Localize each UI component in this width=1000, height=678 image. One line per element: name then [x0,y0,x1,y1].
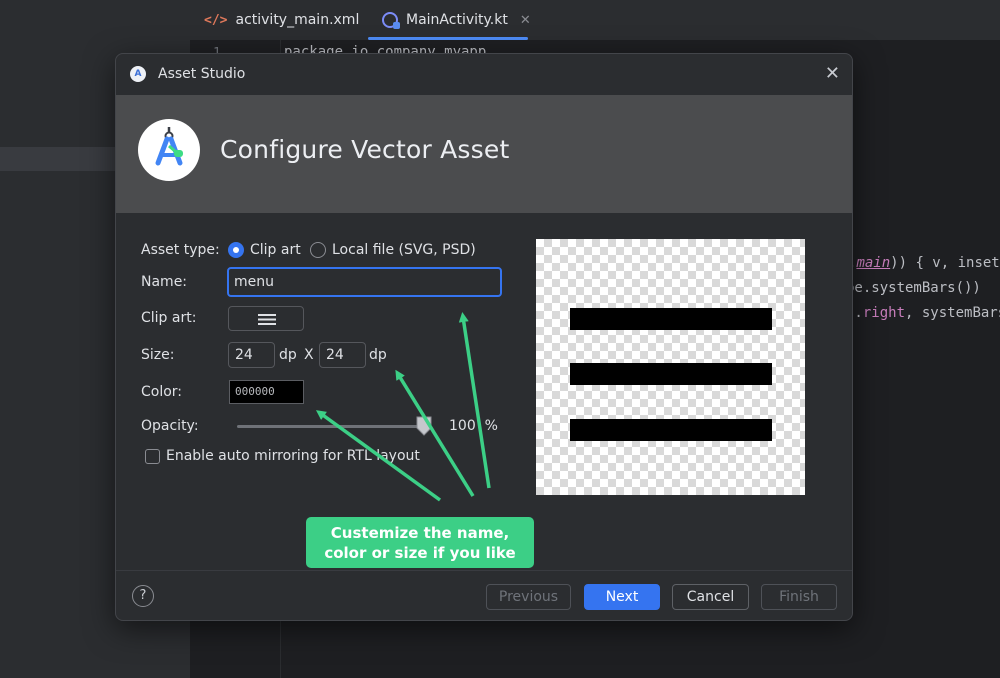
menu-icon-bar [570,419,772,441]
opacity-slider-track[interactable] [237,425,427,428]
next-button[interactable]: Next [584,584,660,610]
tab-close-icon[interactable]: ✕ [520,13,531,28]
menu-icon-bar [570,363,772,385]
code-keyword: right [862,305,906,321]
kotlin-file-icon [382,12,400,29]
footer-divider [116,570,852,571]
dialog-titlebar: Asset Studio ✕ [116,54,852,94]
size-separator: X [304,347,314,363]
help-icon[interactable]: ? [132,585,154,607]
code-keyword: main [856,255,891,271]
opacity-unit: % [484,418,498,434]
radio-local-file-label[interactable]: Local file (SVG, PSD) [332,242,476,258]
name-input[interactable] [227,267,502,297]
annotation-line: Custemize the name, [330,523,510,542]
radio-local-file[interactable] [310,242,326,258]
clip-art-button[interactable] [228,306,304,331]
size-height-input[interactable] [319,342,366,368]
menu-icon [258,314,276,325]
dialog-title: Asset Studio [158,66,246,82]
color-picker[interactable]: 000000 [229,380,304,404]
opacity-slider-thumb[interactable] [416,416,432,436]
opacity-value: 100 % [449,418,498,434]
tab-main-activity-kt[interactable]: MainActivity.kt ✕ [382,0,531,40]
android-studio-icon [155,127,183,166]
opacity-number: 100 [449,418,476,434]
code-line: pe.systemBars()) [846,280,981,296]
size-height-unit: dp [369,347,387,363]
asset-type-label: Asset type: [141,242,220,258]
color-label: Color: [141,384,183,400]
menu-icon-bar [570,308,772,330]
size-label: Size: [141,347,175,363]
rtl-mirroring-checkbox[interactable] [145,449,160,464]
tab-label: MainActivity.kt [406,12,508,28]
size-width-input[interactable] [228,342,275,368]
radio-clip-art-label[interactable]: Clip art [250,242,301,258]
android-studio-logo [138,119,200,181]
cancel-button[interactable]: Cancel [672,584,749,610]
code-text: )) { v, insets [890,255,1000,271]
active-tab-indicator [368,37,528,40]
editor-tab-bar: </> activity_main.xml MainActivity.kt ✕ [190,0,1000,41]
code-line: .main)) { v, insets [848,255,1000,271]
clip-art-label: Clip art: [141,310,197,326]
vector-preview [536,239,805,495]
close-icon[interactable]: ✕ [825,63,840,84]
dialog-header: Configure Vector Asset [116,95,852,213]
annotation-line: color or size if you like [324,543,516,562]
rtl-mirroring-label[interactable]: Enable auto mirroring for RTL layout [166,448,420,464]
finish-button[interactable]: Finish [761,584,837,610]
name-label: Name: [141,274,188,290]
annotation-callout: Custemize the name, color or size if you… [306,517,534,568]
opacity-label: Opacity: [141,418,199,434]
xml-file-icon: </> [204,12,228,28]
tab-activity-main-xml[interactable]: </> activity_main.xml [204,0,359,40]
code-line: s.right, systemBars [846,305,1000,321]
header-title: Configure Vector Asset [220,135,510,164]
project-panel-selected-row[interactable] [0,147,115,171]
size-width-unit: dp [279,347,297,363]
radio-clip-art[interactable] [228,242,244,258]
android-studio-icon [130,66,146,82]
tab-label: activity_main.xml [235,12,360,28]
code-text: , systemBars [905,305,1000,321]
previous-button[interactable]: Previous [486,584,571,610]
